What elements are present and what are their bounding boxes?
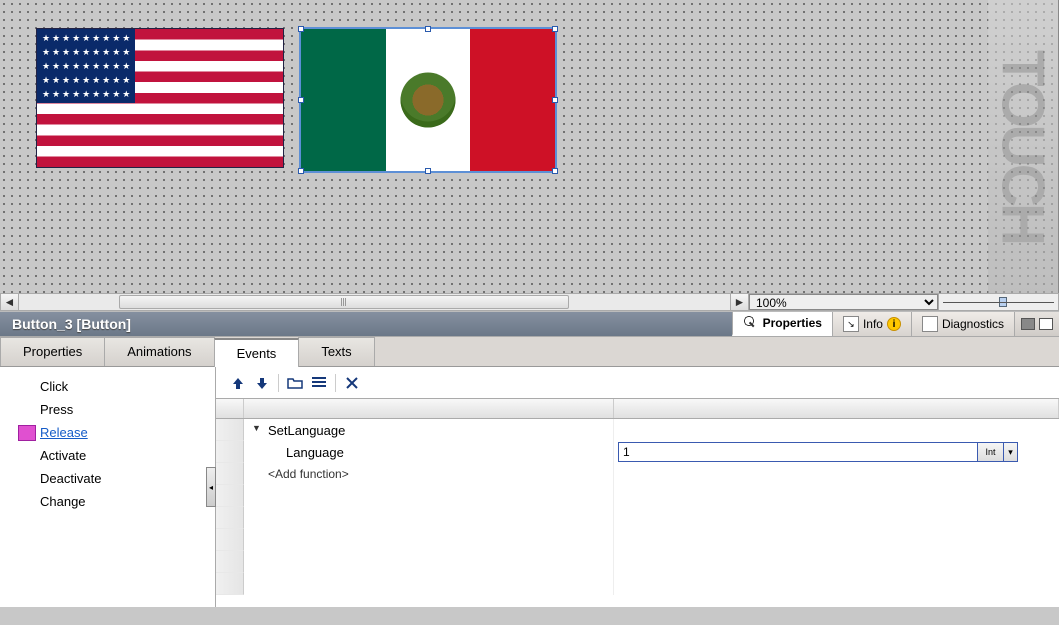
mexico-coat-of-arms bbox=[401, 73, 456, 128]
sub-tab-events[interactable]: Events bbox=[214, 338, 300, 367]
indent-button[interactable] bbox=[309, 373, 329, 393]
usa-flag-canton: ★★★★★★★★★ ★★★★★★★★★ ★★★★★★★★★ ★★★★★★★★★ … bbox=[37, 29, 135, 103]
grid-row-add-function[interactable]: <Add function> bbox=[216, 463, 1059, 485]
resize-handle-se[interactable] bbox=[552, 168, 558, 174]
mexico-green-stripe bbox=[301, 29, 386, 171]
expand-button[interactable] bbox=[1039, 318, 1053, 330]
dock-tab-info-label: Info bbox=[863, 317, 883, 331]
dock-tab-properties-label: Properties bbox=[763, 316, 822, 330]
zoom-dropdown[interactable]: 100% bbox=[748, 294, 938, 310]
param-type-button[interactable]: Int bbox=[978, 442, 1004, 462]
mexico-red-stripe bbox=[470, 29, 555, 171]
inspector-sub-tabs: Properties Animations Events Texts bbox=[0, 337, 1059, 367]
sub-tab-texts[interactable]: Texts bbox=[298, 337, 374, 366]
event-change[interactable]: Change bbox=[0, 490, 215, 513]
event-release[interactable]: Release bbox=[0, 421, 215, 444]
inspector-window-buttons bbox=[1014, 312, 1059, 336]
resize-handle-n[interactable] bbox=[425, 26, 431, 32]
grid-row-function[interactable]: SetLanguage bbox=[216, 419, 1059, 441]
mexico-white-stripe bbox=[386, 29, 471, 171]
inspector-header: Button_3 [Button] Properties ↘ Info i Di… bbox=[0, 311, 1059, 337]
toolbar-separator bbox=[278, 374, 279, 392]
move-down-button[interactable] bbox=[252, 373, 272, 393]
row-gutter bbox=[216, 463, 244, 485]
param-dropdown-button[interactable]: ▾ bbox=[1004, 442, 1018, 462]
dock-tab-properties[interactable]: Properties bbox=[732, 312, 832, 336]
event-list: Click Press Release Activate Deactivate … bbox=[0, 367, 216, 607]
dock-tab-info[interactable]: ↘ Info i bbox=[832, 312, 911, 336]
zoom-slider-thumb[interactable] bbox=[999, 297, 1007, 307]
design-canvas[interactable]: TOUCH ★★★★★★★★★ ★★★★★★★★★ ★★★★★★★★★ ★★★★… bbox=[0, 0, 1059, 293]
selected-object-label: Button_3 [Button] bbox=[0, 312, 732, 336]
event-press[interactable]: Press bbox=[0, 398, 215, 421]
add-function-placeholder[interactable]: <Add function> bbox=[252, 467, 349, 481]
resize-handle-nw[interactable] bbox=[298, 26, 304, 32]
canvas-object-mexico-flag[interactable] bbox=[300, 28, 556, 172]
scrollbar-thumb[interactable] bbox=[119, 295, 569, 309]
sub-tab-animations[interactable]: Animations bbox=[104, 337, 214, 366]
dock-tab-diagnostics[interactable]: Diagnostics bbox=[911, 312, 1014, 336]
dock-tab-diagnostics-label: Diagnostics bbox=[942, 317, 1004, 331]
open-folder-button[interactable] bbox=[285, 373, 305, 393]
resize-handle-sw[interactable] bbox=[298, 168, 304, 174]
scroll-right-button[interactable]: ► bbox=[730, 294, 748, 310]
canvas-status-bar: ◄ ► 100% bbox=[0, 293, 1059, 311]
resize-handle-e[interactable] bbox=[552, 97, 558, 103]
event-deactivate[interactable]: Deactivate bbox=[0, 467, 215, 490]
resize-handle-ne[interactable] bbox=[552, 26, 558, 32]
info-arrow-icon: ↘ bbox=[843, 316, 859, 332]
toolbar-separator bbox=[335, 374, 336, 392]
splitter-handle[interactable]: ◂ bbox=[206, 467, 216, 507]
delete-button[interactable] bbox=[342, 373, 362, 393]
sub-tab-properties[interactable]: Properties bbox=[0, 337, 105, 366]
param-label: Language bbox=[252, 445, 344, 460]
horizontal-scrollbar[interactable] bbox=[19, 294, 730, 310]
magnifier-icon bbox=[743, 315, 759, 331]
events-panel: Click Press Release Activate Deactivate … bbox=[0, 367, 1059, 607]
move-up-button[interactable] bbox=[228, 373, 248, 393]
collapse-button[interactable] bbox=[1021, 318, 1035, 330]
resize-handle-w[interactable] bbox=[298, 97, 304, 103]
function-name[interactable]: SetLanguage bbox=[252, 423, 345, 438]
event-activate[interactable]: Activate bbox=[0, 444, 215, 467]
grid-row-param[interactable]: Language Int ▾ bbox=[216, 441, 1059, 463]
param-value-input[interactable]: Int ▾ bbox=[618, 442, 1018, 462]
info-badge-icon: i bbox=[887, 317, 901, 331]
scroll-left-button[interactable]: ◄ bbox=[1, 294, 19, 310]
zoom-slider[interactable] bbox=[938, 294, 1058, 310]
event-toolbar bbox=[216, 367, 1059, 399]
row-gutter bbox=[216, 441, 244, 463]
grid-header bbox=[216, 399, 1059, 419]
canvas-object-usa-flag[interactable]: ★★★★★★★★★ ★★★★★★★★★ ★★★★★★★★★ ★★★★★★★★★ … bbox=[36, 28, 284, 168]
event-function-grid: SetLanguage Language Int ▾ <Add function… bbox=[216, 367, 1059, 607]
event-click[interactable]: Click bbox=[0, 375, 215, 398]
zoom-select[interactable]: 100% bbox=[749, 294, 938, 310]
resize-handle-s[interactable] bbox=[425, 168, 431, 174]
diagnostics-icon bbox=[922, 316, 938, 332]
language-value-field[interactable] bbox=[618, 442, 978, 462]
row-gutter bbox=[216, 419, 244, 441]
touch-watermark: TOUCH bbox=[988, 0, 1058, 293]
